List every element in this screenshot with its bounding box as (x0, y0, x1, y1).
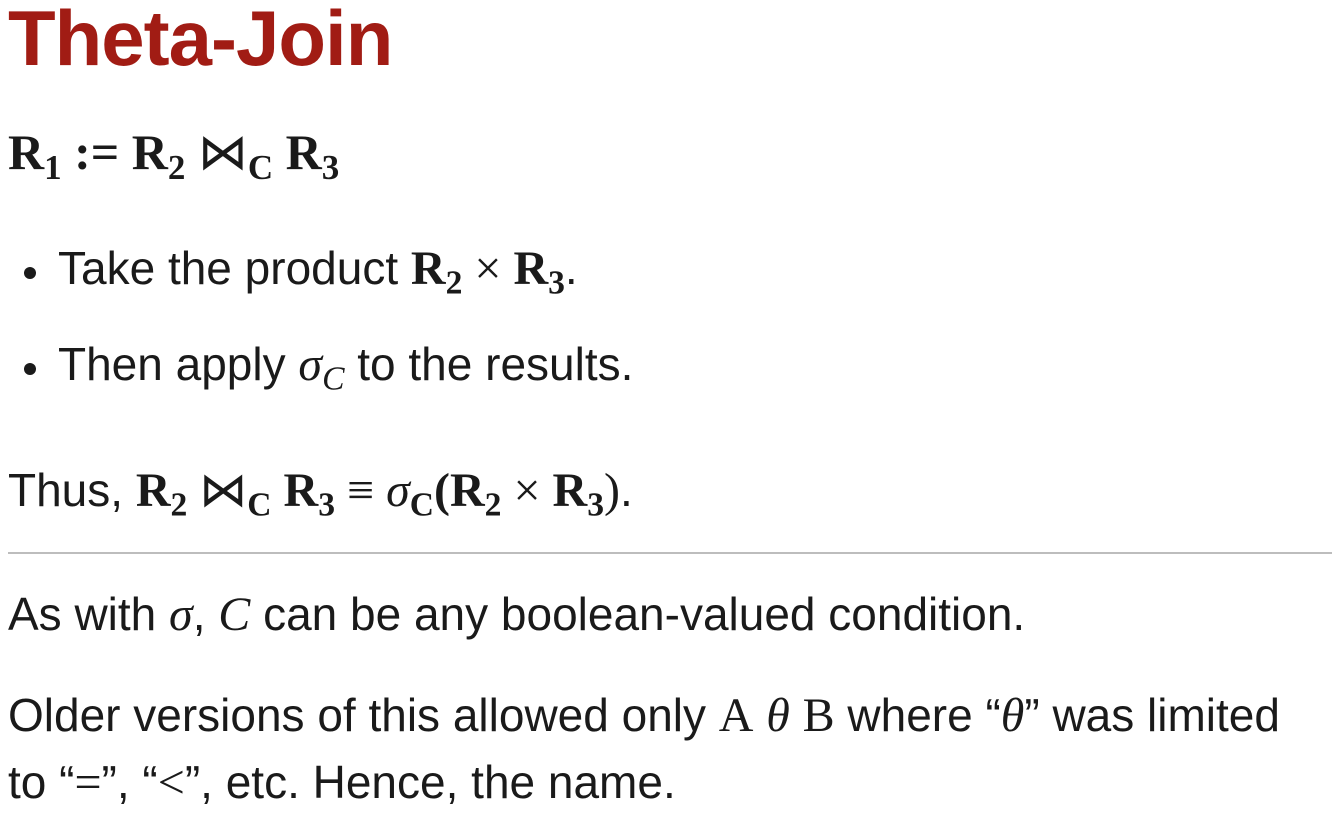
sigma-symbol: σ (386, 464, 410, 517)
note-text: ”, etc. Hence, the name. (184, 756, 676, 808)
bullet-list: Take the product R2 × R3. Then apply σC … (0, 240, 633, 432)
bullet-suffix: . (564, 242, 578, 294)
relation-r3: R (513, 242, 549, 295)
product-expression: R2 × R3 (410, 242, 565, 300)
condition-note: As with σ, C can be any boolean-valued c… (8, 586, 1025, 644)
bullet-dot-icon (24, 267, 36, 279)
note-text: where “ (834, 689, 1001, 741)
slide: Theta-Join R1 := R2 ⋈C R3 Take the produ… (0, 0, 1342, 836)
sigma-symbol: σ (298, 338, 323, 391)
list-item: Then apply σC to the results. (0, 336, 633, 400)
note-text: ”, “ (101, 756, 158, 808)
join-symbol: ⋈ (197, 123, 248, 181)
times-operator: × (501, 464, 553, 517)
note-comma: , (192, 588, 219, 640)
equals-symbol: = (74, 756, 102, 809)
bullet-dot-icon (24, 363, 36, 375)
join-symbol: ⋈ (199, 462, 248, 518)
selection-condition: C (322, 360, 345, 398)
less-than-symbol: < (157, 756, 185, 809)
theta-symbol: θ (766, 689, 790, 742)
subscript-3: 3 (321, 147, 340, 187)
selection-expression: σC (298, 338, 344, 396)
open-paren: ( (434, 464, 450, 517)
condition-symbol: C (218, 588, 251, 641)
sigma-symbol: σ (169, 588, 193, 641)
relation-r3: R (552, 464, 588, 517)
bullet-text: Then apply (58, 338, 299, 390)
relation-r1: R (8, 124, 45, 180)
attribute-a: A (718, 689, 754, 742)
relation-r3: R (283, 464, 319, 517)
subscript-2: 2 (484, 486, 502, 524)
selection-condition: C (409, 486, 435, 524)
note-text: Older versions of this allowed only (8, 689, 719, 741)
slide-title: Theta-Join (8, 0, 393, 82)
relation-r2: R (135, 464, 171, 517)
join-condition: C (247, 486, 272, 524)
equivalence-statement: Thus, R2 ⋈C R3 ≡ σC(R2 × R3). (8, 462, 633, 522)
subscript-1: 1 (44, 147, 62, 187)
bullet-suffix: to the results. (344, 338, 634, 390)
subscript-3: 3 (548, 264, 565, 302)
note-text: As with (8, 588, 170, 640)
subscript-2: 2 (170, 486, 188, 524)
relation-r2: R (131, 124, 168, 180)
relation-r3: R (285, 124, 322, 180)
thus-label: Thus, (8, 464, 136, 516)
theta-join-definition: R1 := R2 ⋈C R3 (8, 122, 339, 185)
thus-suffix: . (620, 464, 633, 516)
subscript-2: 2 (167, 147, 186, 187)
subscript-2: 2 (445, 264, 463, 302)
bullet-text: Take the product (58, 242, 411, 294)
history-note: Older versions of this allowed only A θ … (8, 682, 1328, 816)
join-condition: C (247, 147, 274, 187)
divider (8, 552, 1332, 554)
equivalence-symbol: ≡ (335, 464, 387, 517)
close-paren: ) (604, 464, 620, 517)
note-text: can be any boolean-valued condition. (250, 588, 1026, 640)
attribute-b: B (802, 689, 835, 742)
equivalence-expression: R2 ⋈C R3 ≡ σC(R2 × R3) (135, 462, 620, 522)
subscript-3: 3 (587, 486, 605, 524)
assign-operator: := (61, 124, 132, 180)
times-operator: × (462, 242, 514, 295)
list-item: Take the product R2 × R3. (0, 240, 633, 304)
relation-r2: R (450, 464, 485, 517)
relation-r2: R (410, 242, 446, 295)
subscript-3: 3 (318, 486, 336, 524)
theta-symbol: θ (1000, 689, 1025, 742)
